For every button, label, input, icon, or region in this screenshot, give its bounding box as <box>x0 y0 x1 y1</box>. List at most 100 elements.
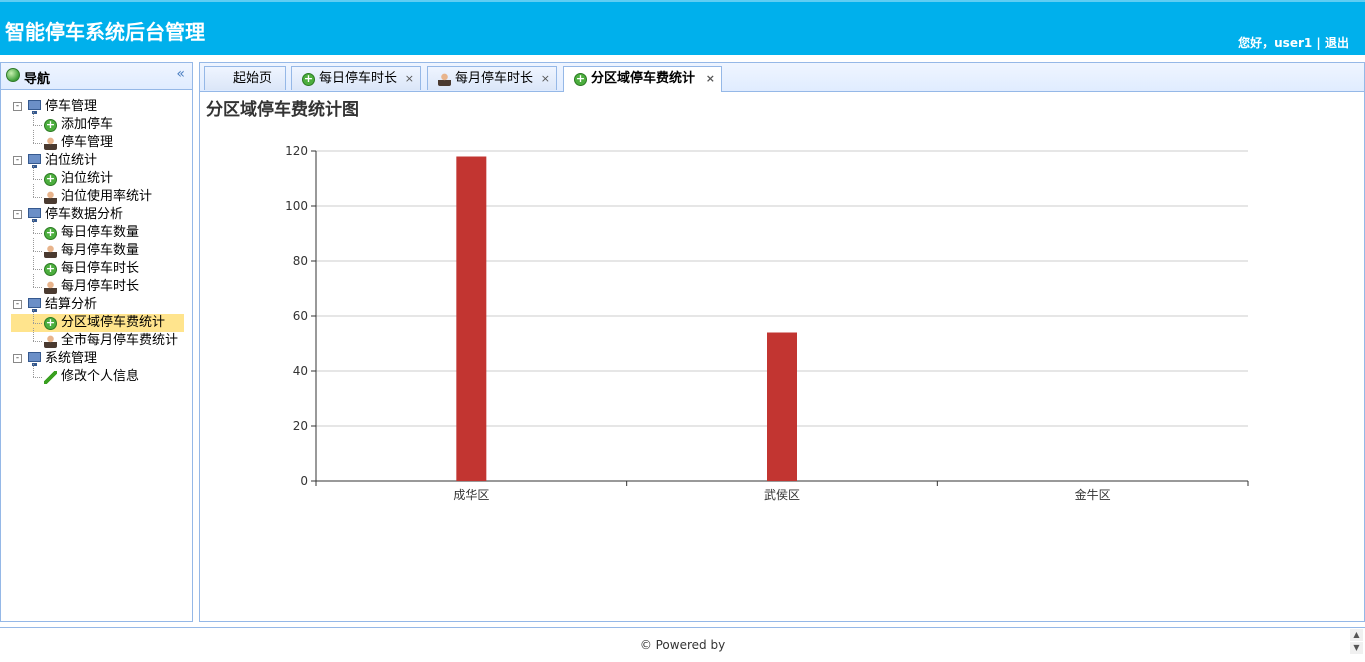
nav-item[interactable]: + 添加停车 <box>1 112 192 134</box>
nav-item-label: 每日停车数量 <box>61 225 140 240</box>
nav-group-label: 停车数据分析 <box>45 207 124 222</box>
y-tick-label: 0 <box>300 474 308 488</box>
nav-group-label: 结算分析 <box>45 297 98 312</box>
user-bar-separator: | <box>1312 36 1325 50</box>
scroll-up-arrow-icon[interactable]: ▲ <box>1350 629 1363 641</box>
tree-collapse-icon[interactable]: - <box>13 156 22 165</box>
user-icon <box>44 191 57 204</box>
tabs-bar: 起始页 + 每日停车时长 × 每月停车时长 × + 分区域停车费统计 × <box>200 63 1364 92</box>
nav-group[interactable]: - 泊位统计 <box>1 152 192 170</box>
tree-line <box>33 197 42 198</box>
tab-label: 分区域停车费统计 <box>591 71 696 86</box>
tree-line <box>33 233 42 234</box>
y-tick-label: 80 <box>293 254 308 268</box>
nav-item-label: 每日停车时长 <box>61 261 140 276</box>
app-title: 智能停车系统后台管理 <box>5 20 205 44</box>
nav-item[interactable]: + 每日停车时长 <box>1 256 192 278</box>
tree-line <box>33 112 34 125</box>
bar <box>767 332 797 481</box>
nav-panel: 导航 « - 停车管理 + 添加停车停车管理 - 泊位统计 + 泊位统计泊位使用率统计 - 停车数… <box>0 62 193 622</box>
nav-item[interactable]: 停车管理 <box>1 130 192 152</box>
logout-link[interactable]: 退出 <box>1325 36 1349 50</box>
user-bar: 您好，user1 | 退出 <box>1238 34 1349 51</box>
tree-collapse-icon[interactable]: - <box>13 300 22 309</box>
bar <box>456 156 487 481</box>
x-tick-label: 金牛区 <box>1075 487 1111 502</box>
computer-icon <box>28 352 41 366</box>
y-tick-label: 60 <box>293 309 308 323</box>
nav-item[interactable]: + 分区域停车费统计 <box>1 310 192 332</box>
close-icon[interactable]: × <box>706 68 715 90</box>
y-tick-label: 40 <box>293 364 308 378</box>
nav-item-label: 每月停车数量 <box>61 243 140 258</box>
nav-item[interactable]: 泊位使用率统计 <box>1 184 192 206</box>
nav-group[interactable]: - 停车数据分析 <box>1 206 192 224</box>
tab[interactable]: + 分区域停车费统计 × <box>563 66 722 92</box>
nav-item[interactable]: + 每日停车数量 <box>1 220 192 242</box>
close-icon[interactable]: × <box>541 68 550 90</box>
tree-line <box>33 143 42 144</box>
tab[interactable]: + 每日停车时长 × <box>291 66 421 90</box>
tab-label: 起始页 <box>233 71 273 86</box>
pencil-icon <box>44 371 57 384</box>
tab[interactable]: 每月停车时长 × <box>427 66 557 90</box>
x-tick-label: 武侯区 <box>764 488 800 502</box>
nav-group[interactable]: - 系统管理 <box>1 350 192 368</box>
plus-icon: + <box>44 172 57 186</box>
nav-item-label: 添加停车 <box>61 117 114 132</box>
computer-icon <box>28 208 41 222</box>
nav-item-label: 每月停车时长 <box>61 279 140 294</box>
tree-collapse-icon[interactable]: - <box>13 102 22 111</box>
y-tick-label: 20 <box>293 419 308 433</box>
tree-line <box>33 323 42 324</box>
user-icon <box>44 281 57 294</box>
user-icon <box>44 245 57 258</box>
tree-line <box>33 238 34 251</box>
globe-icon <box>6 68 20 82</box>
nav-item-label: 停车管理 <box>61 135 114 150</box>
nav-item[interactable]: 每月停车时长 <box>1 274 192 296</box>
tab-label: 每日停车时长 <box>319 71 398 86</box>
tree-line <box>33 341 42 342</box>
collapse-icon[interactable]: « <box>176 66 185 82</box>
nav-item-label: 泊位使用率统计 <box>61 189 153 204</box>
tree-line <box>33 125 42 126</box>
plus-icon: + <box>44 262 57 276</box>
computer-icon <box>28 298 41 312</box>
nav-group[interactable]: - 停车管理 <box>1 98 192 116</box>
tree-collapse-icon[interactable]: - <box>13 210 22 219</box>
tree-line <box>33 251 42 252</box>
nav-item-label: 泊位统计 <box>61 171 114 186</box>
user-icon <box>44 335 57 348</box>
close-icon[interactable]: × <box>405 68 414 90</box>
tree-line <box>33 269 42 270</box>
tree-line <box>33 328 34 341</box>
nav-item[interactable]: + 泊位统计 <box>1 166 192 188</box>
app-header: 智能停车系统后台管理 您好，user1 | 退出 <box>0 0 1365 55</box>
tab[interactable]: 起始页 <box>204 66 286 90</box>
y-tick-label: 100 <box>285 199 308 213</box>
plus-icon: + <box>302 72 315 86</box>
plus-icon: + <box>44 316 57 330</box>
nav-title: 导航 <box>24 72 51 87</box>
tree-line <box>33 287 42 288</box>
footer: © Powered by <box>0 627 1365 655</box>
nav-item[interactable]: 修改个人信息 <box>1 364 192 386</box>
plus-icon: + <box>574 72 587 86</box>
nav-group-label: 泊位统计 <box>45 153 98 168</box>
scroll-down-arrow-icon[interactable]: ▼ <box>1350 642 1363 654</box>
footer-text: © Powered by <box>639 638 726 652</box>
plus-icon: + <box>44 118 57 132</box>
tree-line <box>33 274 34 287</box>
tree-line <box>33 130 34 143</box>
nav-group[interactable]: - 结算分析 <box>1 296 192 314</box>
tree-line <box>33 179 42 180</box>
tree-collapse-icon[interactable]: - <box>13 354 22 363</box>
tree-line <box>33 256 34 269</box>
nav-item[interactable]: 全市每月停车费统计 <box>1 328 192 350</box>
user-icon <box>44 137 57 150</box>
tree-line <box>33 184 34 197</box>
nav-group-label: 系统管理 <box>45 351 98 366</box>
nav-item[interactable]: 每月停车数量 <box>1 238 192 260</box>
bar-chart: 0 20 40 60 80 100 120 成华区 武侯区 金牛区 <box>285 144 1249 502</box>
